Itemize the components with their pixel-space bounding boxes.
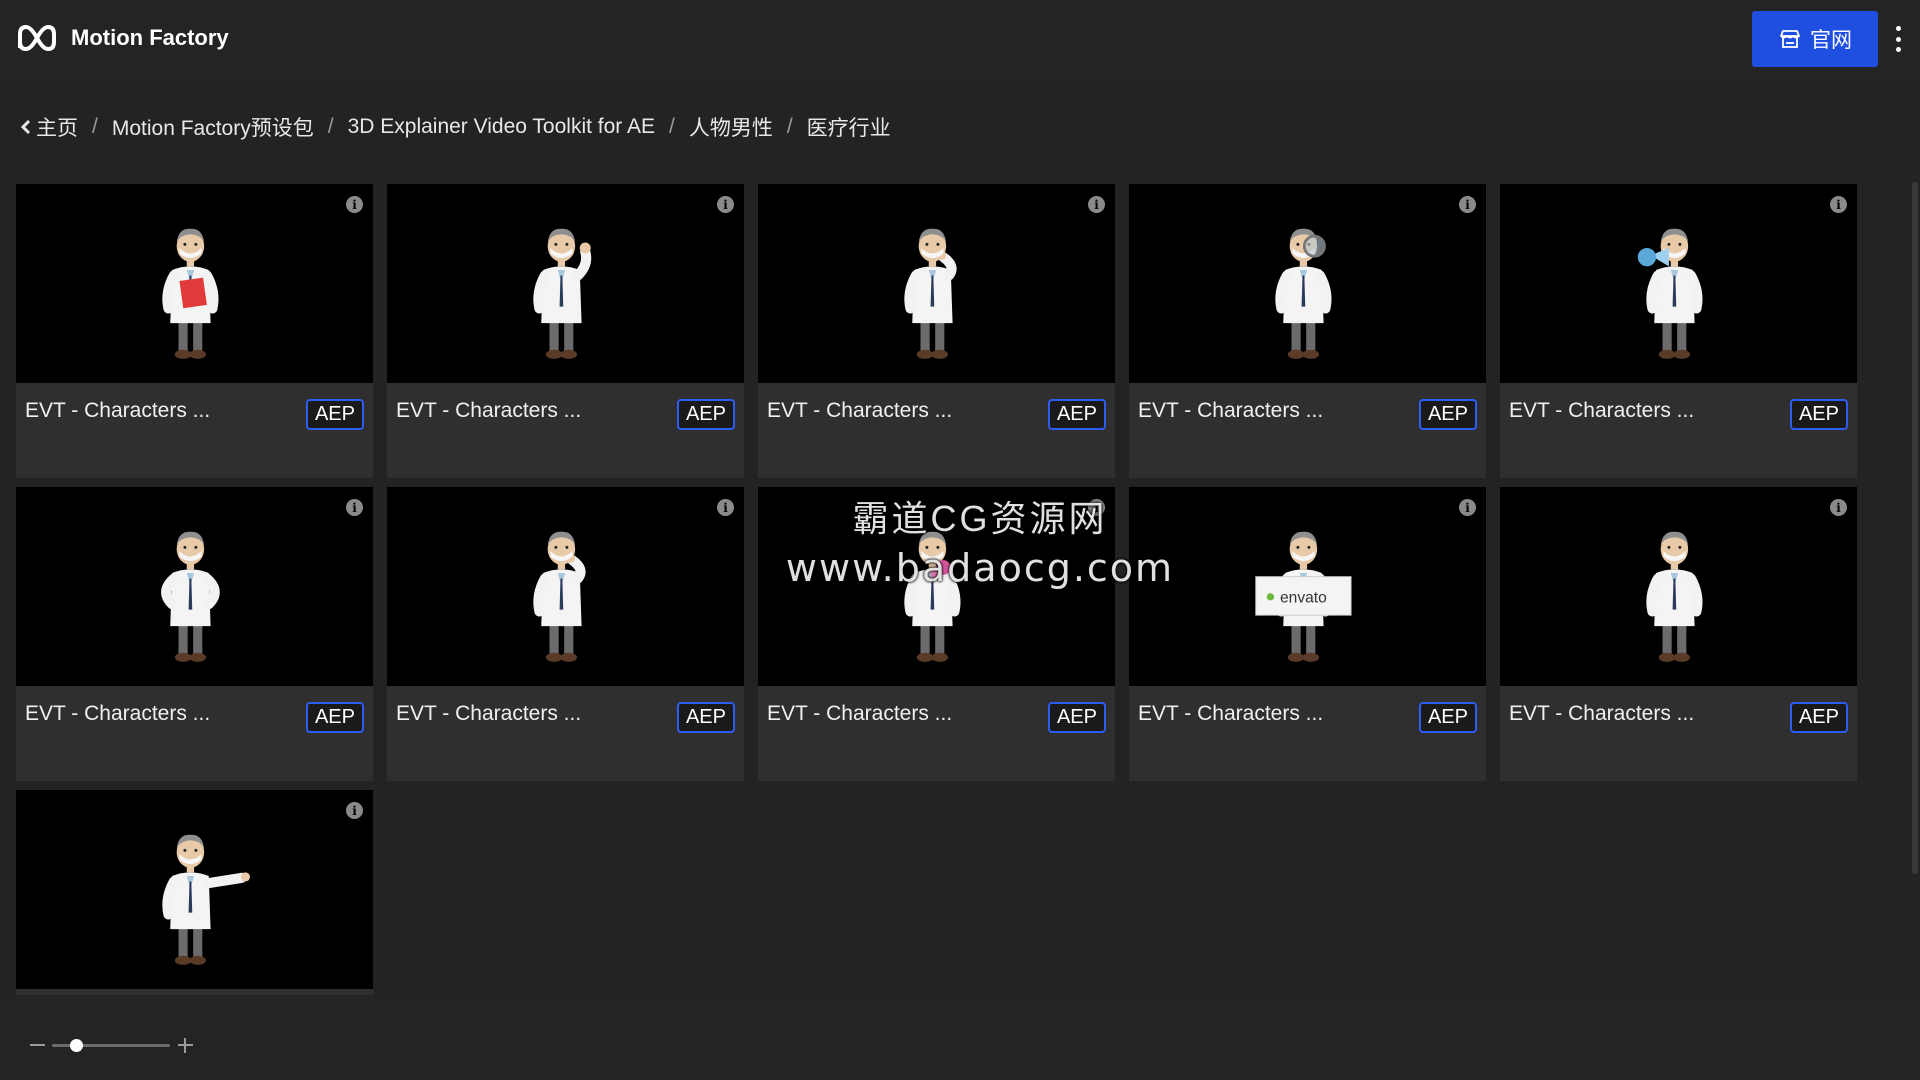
info-icon[interactable]: i [717,499,734,516]
info-icon[interactable]: i [1459,196,1476,213]
doctor-character-image [1624,515,1734,680]
info-icon[interactable]: i [346,499,363,516]
zoom-in-icon[interactable] [178,1038,193,1053]
asset-card[interactable]: i EVT - Characters ... AEP [387,184,744,478]
doctor-character-image [882,212,992,377]
breadcrumb-home[interactable]: 主页 [36,112,78,142]
info-icon[interactable]: i [1830,499,1847,516]
file-type-badge: AEP [1789,702,1848,733]
asset-title: EVT - Characters ... [767,399,953,422]
asset-thumbnail[interactable]: i [1500,184,1857,383]
doctor-character-image [882,515,992,680]
asset-thumbnail[interactable]: i [16,487,373,686]
asset-card[interactable]: i [16,790,373,995]
breadcrumb-preset-pack[interactable]: Motion Factory预设包 [112,112,314,142]
doctor-character-image [140,212,250,377]
asset-thumbnail[interactable]: envato i [1129,487,1486,686]
file-type-badge: AEP [305,702,364,733]
breadcrumb-male-characters[interactable]: 人物男性 [689,112,773,142]
breadcrumb-toolkit[interactable]: 3D Explainer Video Toolkit for AE [348,115,655,139]
doctor-character-image [140,515,250,680]
file-type-badge: AEP [1047,702,1106,733]
asset-title: EVT - Characters ... [1509,702,1695,725]
more-vertical-icon[interactable] [1888,26,1908,52]
bottom-bar [0,996,1920,1080]
asset-thumbnail[interactable]: i [758,184,1115,383]
file-type-badge: AEP [676,399,735,430]
doctor-character-image [511,212,621,377]
doctor-character-image: envato [1253,515,1363,680]
breadcrumb-separator: / [786,115,793,138]
info-icon[interactable]: i [346,802,363,819]
asset-title: EVT - Characters ... [25,399,211,422]
doctor-character-image [1253,212,1363,377]
asset-title: EVT - Characters ... [1509,399,1695,422]
asset-card[interactable]: i EVT - Characters ... AEP [758,184,1115,478]
asset-title: EVT - Characters ... [767,702,953,725]
asset-title: EVT - Characters ... [25,702,211,725]
official-site-button[interactable]: 官网 [1752,11,1878,67]
asset-card[interactable]: i EVT - Characters ... AEP [1500,184,1857,478]
asset-thumbnail[interactable]: i [16,184,373,383]
chevron-left-icon[interactable] [20,118,32,136]
info-icon[interactable]: i [717,196,734,213]
asset-card[interactable]: envato i EVT - Characters ... AEP [1129,487,1486,781]
asset-card[interactable]: i EVT - Characters ... AEP [387,487,744,781]
asset-thumbnail[interactable]: i [1129,184,1486,383]
asset-card[interactable]: i EVT - Characters ... AEP [16,184,373,478]
asset-title: EVT - Characters ... [396,702,582,725]
asset-title: EVT - Characters ... [1138,702,1324,725]
vertical-scrollbar[interactable] [1912,182,1918,874]
store-icon [1780,30,1800,48]
doctor-character-image [1624,212,1734,377]
breadcrumb-separator: / [327,115,334,138]
zoom-out-icon[interactable] [30,1044,45,1046]
file-type-badge: AEP [1418,399,1477,430]
file-type-badge: AEP [305,399,364,430]
top-bar: Motion Factory 官网 [0,0,1920,77]
asset-thumbnail[interactable]: i [387,487,744,686]
asset-title: EVT - Characters ... [1138,399,1324,422]
asset-thumbnail[interactable]: i [1500,487,1857,686]
file-type-badge: AEP [676,702,735,733]
breadcrumb-separator: / [92,115,98,138]
asset-thumbnail[interactable]: i [758,487,1115,686]
asset-card[interactable]: i EVT - Characters ... AEP [1500,487,1857,781]
asset-card[interactable]: i EVT - Characters ... AEP [758,487,1115,781]
asset-card[interactable]: i EVT - Characters ... AEP [1129,184,1486,478]
doctor-character-image [511,515,621,680]
file-type-badge: AEP [1418,702,1477,733]
breadcrumb: 主页 / Motion Factory预设包 / 3D Explainer Vi… [20,112,891,142]
info-icon[interactable]: i [1459,499,1476,516]
file-type-badge: AEP [1789,399,1848,430]
app-title: Motion Factory [71,25,229,50]
motion-factory-logo-icon[interactable] [16,22,58,54]
svg-text:envato: envato [1280,589,1327,606]
asset-title: EVT - Characters ... [396,399,582,422]
breadcrumb-separator: / [668,115,675,138]
asset-card[interactable]: i EVT - Characters ... AEP [16,487,373,781]
zoom-slider-thumb[interactable] [69,1039,83,1052]
info-icon[interactable]: i [1088,196,1105,213]
asset-thumbnail[interactable]: i [387,184,744,383]
info-icon[interactable]: i [346,196,363,213]
breadcrumb-medical[interactable]: 医疗行业 [807,112,891,142]
asset-thumbnail[interactable]: i [16,790,373,989]
official-site-label: 官网 [1810,29,1852,52]
doctor-character-image [140,818,250,983]
info-icon[interactable]: i [1830,196,1847,213]
file-type-badge: AEP [1047,399,1106,430]
info-icon[interactable]: i [1088,499,1105,516]
